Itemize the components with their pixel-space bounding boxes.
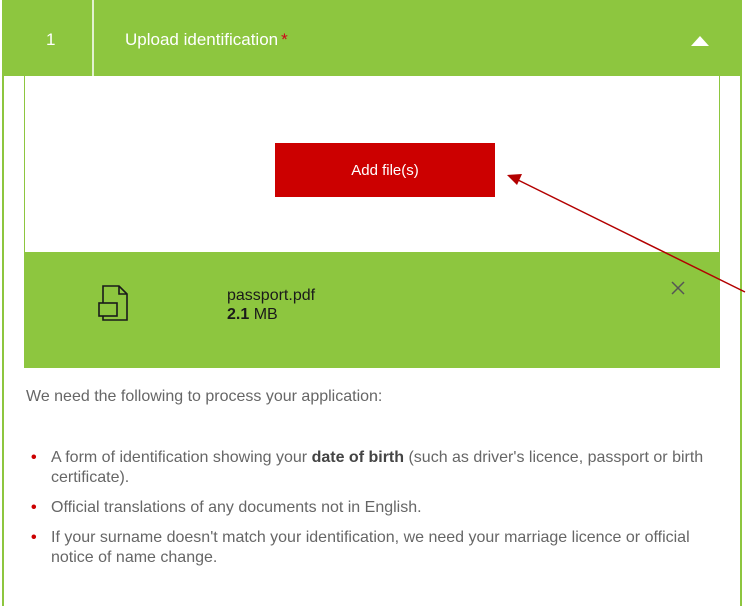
bullet-marker: • — [31, 449, 37, 466]
accordion-header[interactable]: 1 Upload identification * — [4, 0, 740, 76]
requirement-text: A form of identification showing your — [51, 449, 312, 466]
upload-drop-area: Add file(s) — [24, 76, 720, 252]
upload-identification-accordion: 1 Upload identification * Add file(s) pas… — [2, 0, 742, 606]
requirements-intro: We need the following to process your ap… — [26, 388, 383, 405]
requirement-item: • Official translations of any documents … — [26, 498, 726, 518]
file-size-unit: MB — [253, 306, 278, 323]
section-title: Upload identification * — [125, 30, 288, 50]
add-files-button[interactable]: Add file(s) — [275, 143, 495, 197]
file-size: 2.1 MB — [227, 306, 278, 324]
requirement-item: • If your surname doesn't match your iden… — [26, 528, 726, 568]
step-number: 1 — [46, 30, 56, 49]
required-marker: * — [281, 30, 288, 49]
bullet-marker: • — [31, 499, 37, 516]
uploaded-file-row: passport.pdf 2.1 MB — [24, 252, 720, 368]
file-size-value: 2.1 — [227, 306, 250, 323]
requirement-item: • A form of identification showing your d… — [26, 448, 726, 488]
requirement-text: Official translations of any documents n… — [51, 499, 422, 516]
header-divider — [92, 0, 94, 76]
requirement-emphasis: date of birth — [311, 449, 405, 466]
requirements-list: • A form of identification showing your d… — [26, 448, 726, 578]
chevron-up-icon — [691, 36, 709, 46]
section-title-text: Upload identification — [125, 30, 279, 49]
collapse-toggle-button[interactable] — [680, 24, 720, 54]
close-icon — [671, 281, 685, 295]
document-icon — [98, 285, 128, 321]
bullet-marker: • — [31, 529, 37, 546]
requirement-text: If your surname doesn't match your ident… — [51, 529, 690, 566]
upload-identification-page: 1 Upload identification * Add file(s) pas… — [0, 0, 747, 606]
remove-file-button[interactable] — [666, 276, 690, 300]
file-name: passport.pdf — [227, 287, 316, 304]
